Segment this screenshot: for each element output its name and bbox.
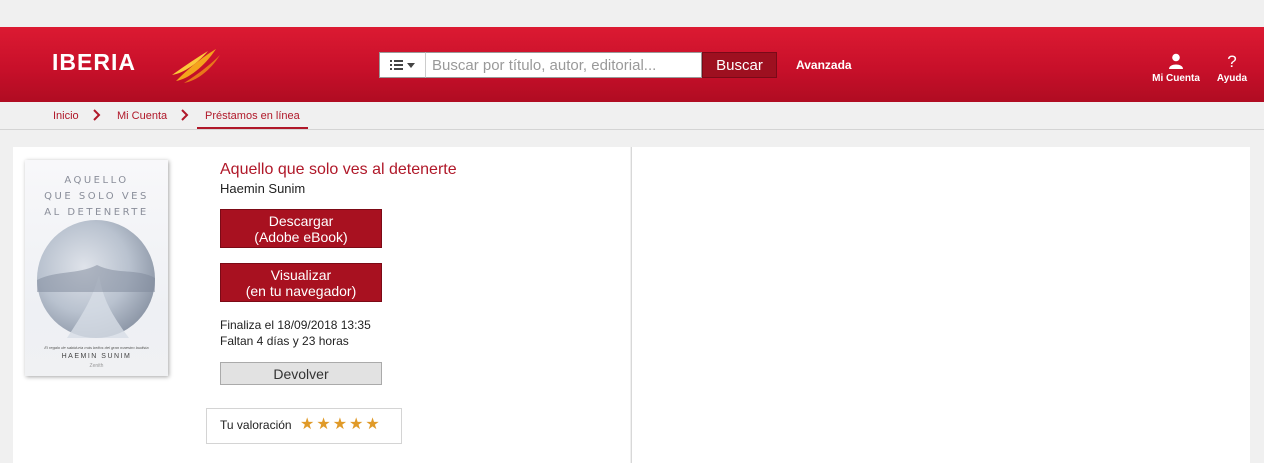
view-in-browser-button[interactable]: Visualizar (en tu navegador) — [220, 263, 382, 302]
iberia-logo[interactable]: IBERIA — [52, 49, 220, 83]
help-icon: ? — [1227, 52, 1237, 71]
star-icon[interactable]: ★ — [365, 416, 379, 434]
my-account-label: Mi Cuenta — [1152, 73, 1200, 84]
advanced-search-link[interactable]: Avanzada — [796, 58, 852, 72]
my-account-link[interactable]: Mi Cuenta — [1152, 53, 1200, 84]
user-icon — [1152, 53, 1200, 71]
chevron-right-icon — [181, 109, 189, 124]
rating-label: Tu valoración — [220, 418, 292, 432]
book-author: Haemin Sunim — [220, 181, 306, 196]
help-link[interactable]: ? Ayuda — [1216, 52, 1248, 85]
logo-swoosh-icon — [172, 49, 220, 83]
star-icon[interactable]: ★ — [333, 416, 347, 434]
loan-item: AQUELLO QUE SOLO VES AL DETENERTE El reg… — [13, 147, 630, 463]
loan-end-date: Finaliza el 18/09/2018 13:35 — [220, 318, 371, 332]
logo-text: IBERIA — [52, 49, 136, 75]
search-type-dropdown[interactable] — [379, 52, 425, 78]
search-button[interactable]: Buscar — [702, 52, 777, 78]
list-icon — [390, 60, 403, 70]
chevron-right-icon — [93, 109, 101, 124]
cover-landscape-image — [37, 220, 155, 338]
breadcrumb-loans[interactable]: Préstamos en línea — [197, 110, 308, 129]
return-button[interactable]: Devolver — [220, 362, 382, 385]
search-input[interactable] — [425, 52, 702, 78]
caret-down-icon — [407, 62, 415, 68]
cover-title: AQUELLO QUE SOLO VES AL DETENERTE — [44, 175, 149, 218]
search-bar: Buscar — [379, 52, 777, 78]
cover-subtitle: El regalo de sabiduría más bellos del gr… — [44, 345, 149, 350]
star-icon[interactable]: ★ — [300, 416, 314, 434]
star-icon[interactable]: ★ — [316, 416, 330, 434]
star-icon[interactable]: ★ — [349, 416, 363, 434]
cover-publisher: Zenith — [89, 363, 104, 369]
download-button[interactable]: Descargar (Adobe eBook) — [220, 209, 382, 248]
empty-panel — [631, 147, 1250, 463]
cover-author: HAEMIN SUNIM — [61, 353, 132, 360]
help-label: Ayuda — [1216, 73, 1248, 84]
breadcrumb-my-account[interactable]: Mi Cuenta — [117, 110, 167, 122]
book-cover[interactable]: AQUELLO QUE SOLO VES AL DETENERTE El reg… — [25, 160, 168, 376]
rating-stars: ★ ★ ★ ★ ★ — [300, 416, 380, 434]
rating-box: Tu valoración ★ ★ ★ ★ ★ — [206, 408, 402, 444]
book-title[interactable]: Aquello que solo ves al detenerte — [220, 161, 457, 179]
breadcrumb: Inicio Mi Cuenta Préstamos en línea — [0, 102, 1264, 130]
loan-time-remaining: Faltan 4 días y 23 horas — [220, 334, 349, 348]
breadcrumb-home[interactable]: Inicio — [53, 110, 79, 122]
top-bar: IBERIA Buscar Avanzada — [0, 27, 1264, 102]
